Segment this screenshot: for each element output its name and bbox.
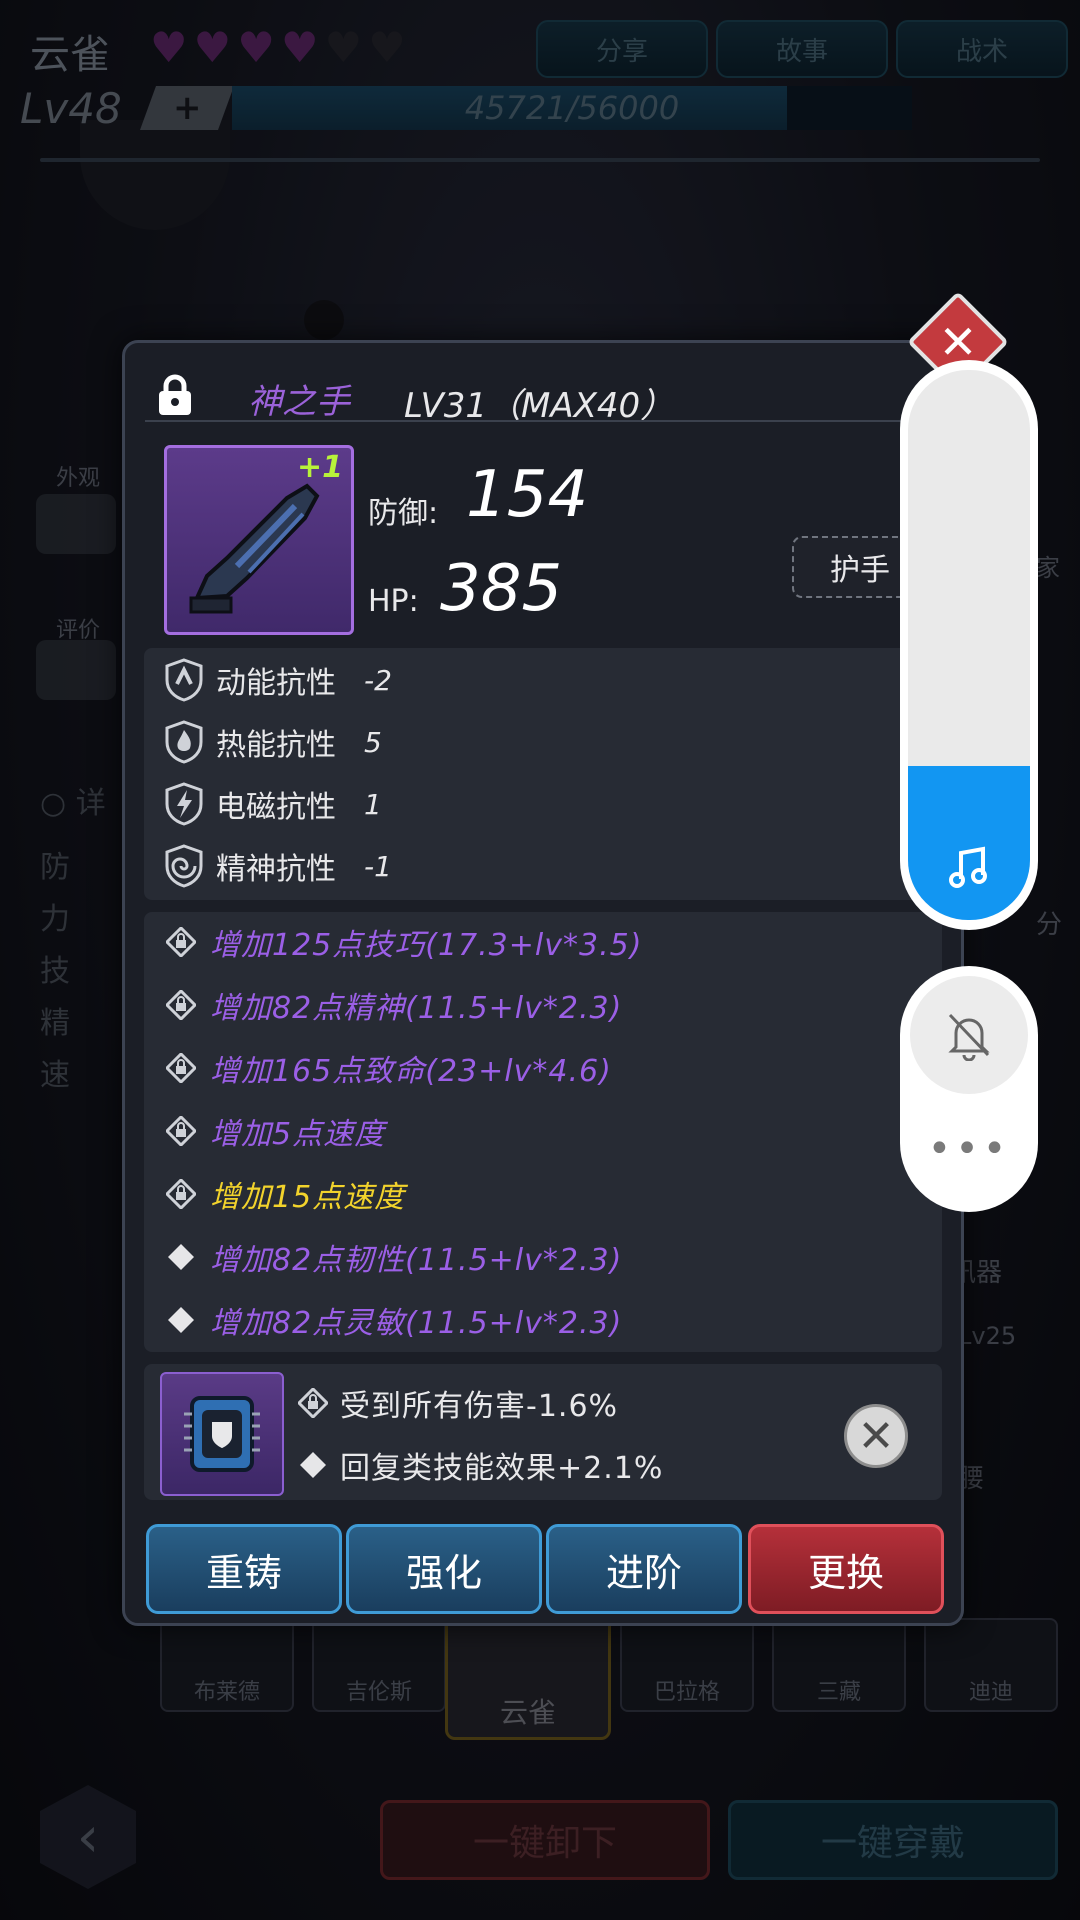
more-options-icon[interactable]: ••• xyxy=(900,1126,1038,1172)
resistance-name: 动能抗性 xyxy=(216,666,336,701)
kinetic-resist-icon xyxy=(165,658,203,702)
attribute-row: 增加82点灵敏(11.5+lv*2.3) xyxy=(166,1295,622,1345)
refine-badge: +1 xyxy=(296,450,343,485)
attribute-row: 增加82点精神(11.5+lv*2.3) xyxy=(166,980,622,1030)
lock-icon[interactable] xyxy=(158,374,192,416)
attribute-row: 增加82点韧性(11.5+lv*2.3) xyxy=(166,1232,622,1282)
defense-label: 防御: xyxy=(368,496,439,531)
attribute-text: 增加125点技巧(17.3+lv*3.5) xyxy=(210,928,643,963)
enhance-button[interactable]: 强化 xyxy=(346,1524,542,1614)
attribute-row: 增加125点技巧(17.3+lv*3.5) xyxy=(166,917,642,967)
locked-attr-icon xyxy=(166,1116,196,1146)
item-icon-frame: +1 xyxy=(164,445,354,635)
bell-off-icon xyxy=(948,1013,990,1061)
gem-effect-text: 回复类技能效果+2.1% xyxy=(340,1451,664,1486)
resistance-name: 热能抗性 xyxy=(216,728,336,763)
advance-button[interactable]: 进阶 xyxy=(546,1524,742,1614)
attribute-row: 增加165点致命(23+lv*4.6) xyxy=(166,1043,612,1093)
slot-tag: 护手 xyxy=(792,536,912,598)
diamond-icon xyxy=(168,1307,194,1333)
attribute-text: 增加15点速度 xyxy=(210,1180,406,1215)
resistance-value: -2 xyxy=(364,663,392,697)
attribute-text: 增加165点致命(23+lv*4.6) xyxy=(210,1054,612,1089)
attribute-row: 增加15点速度 xyxy=(166,1169,405,1219)
attribute-text: 增加82点精神(11.5+lv*2.3) xyxy=(210,991,623,1026)
resistance-name: 精神抗性 xyxy=(216,852,336,887)
locked-attr-icon xyxy=(166,1053,196,1083)
reforge-button[interactable]: 重铸 xyxy=(146,1524,342,1614)
attribute-text: 增加5点速度 xyxy=(210,1117,386,1152)
electromagnetic-resist-icon xyxy=(165,782,203,826)
locked-attr-icon xyxy=(166,990,196,1020)
locked-attr-icon xyxy=(298,1388,328,1418)
close-icon: ✕ xyxy=(857,1410,895,1462)
hp-label: HP: xyxy=(368,584,419,619)
diamond-icon xyxy=(168,1244,194,1270)
music-note-icon xyxy=(949,846,987,888)
volume-track[interactable] xyxy=(908,370,1030,920)
item-name: 神之手 xyxy=(248,382,350,422)
locked-attr-icon xyxy=(166,1179,196,1209)
mental-resist-icon xyxy=(165,844,203,888)
chip-icon xyxy=(184,1396,260,1472)
title-divider xyxy=(145,420,905,422)
resistance-value: 1 xyxy=(364,787,382,821)
mute-toggle-button[interactable] xyxy=(910,976,1028,1094)
resistance-row: 动能抗性 -2 xyxy=(164,655,392,705)
resistance-name: 电磁抗性 xyxy=(216,790,336,825)
gem-effect-row: 受到所有伤害-1.6% xyxy=(298,1378,618,1428)
resistance-row: 精神抗性 -1 xyxy=(164,841,392,891)
resistance-row: 电磁抗性 1 xyxy=(164,779,382,829)
remove-chip-button[interactable]: ✕ xyxy=(844,1404,908,1468)
replace-button[interactable]: 更换 xyxy=(748,1524,944,1614)
hp-value: 385 xyxy=(440,552,563,626)
locked-attr-icon xyxy=(166,927,196,957)
attribute-text: 增加82点韧性(11.5+lv*2.3) xyxy=(210,1243,623,1278)
gem-effect-row: 回复类技能效果+2.1% xyxy=(298,1440,663,1490)
volume-fill xyxy=(908,766,1030,920)
volume-slider[interactable] xyxy=(900,360,1038,930)
gem-effect-text: 受到所有伤害-1.6% xyxy=(340,1389,619,1424)
thermal-resist-icon xyxy=(165,720,203,764)
diamond-icon xyxy=(300,1452,326,1478)
resistance-value: -1 xyxy=(364,849,392,883)
attribute-text: 增加82点灵敏(11.5+lv*2.3) xyxy=(210,1306,623,1341)
chip-icon-frame[interactable] xyxy=(160,1372,284,1496)
resistance-value: 5 xyxy=(364,725,382,759)
attribute-row: 增加5点速度 xyxy=(166,1106,385,1156)
resistance-row: 热能抗性 5 xyxy=(164,717,382,767)
sound-mode-panel: ••• xyxy=(900,966,1038,1212)
defense-value: 154 xyxy=(466,458,589,532)
